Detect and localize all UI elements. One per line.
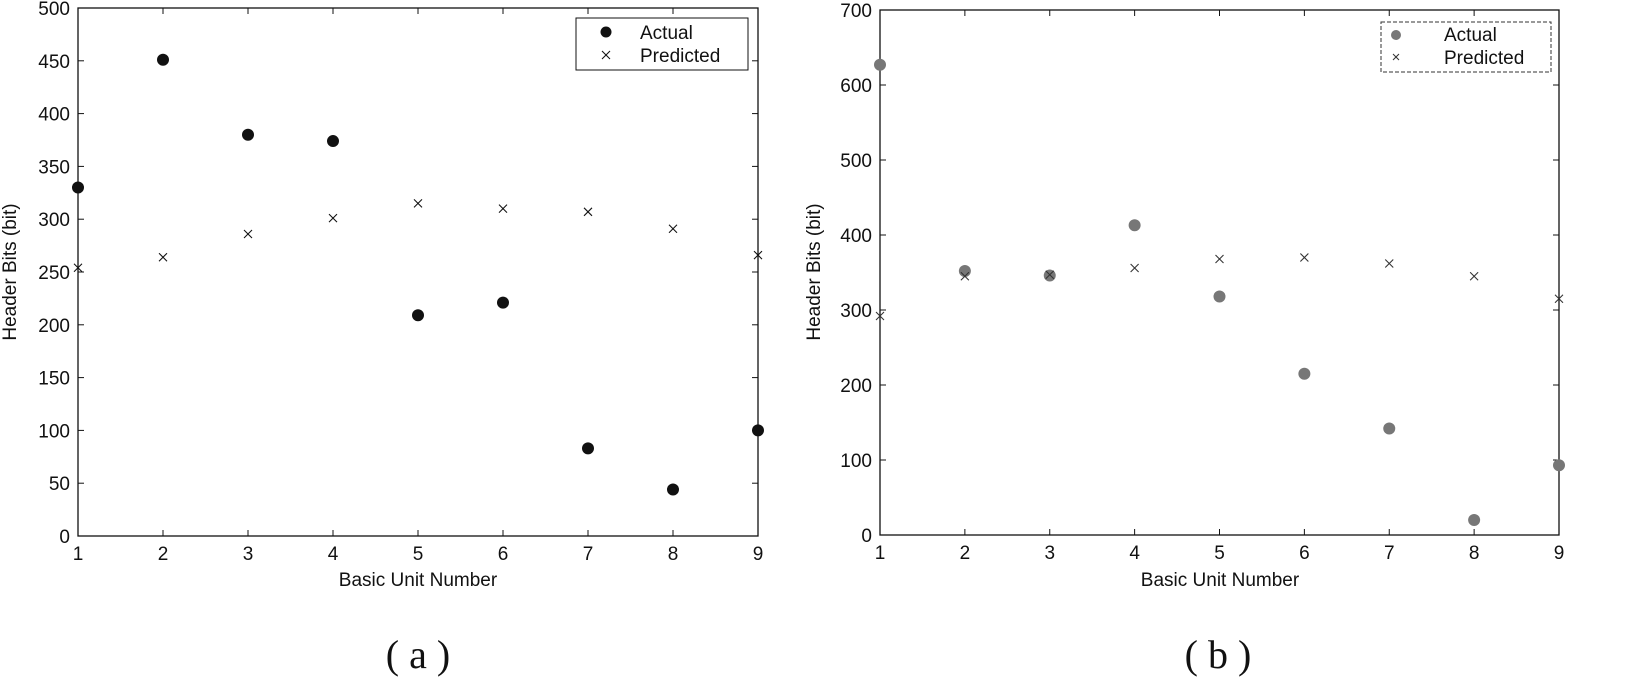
y-tick-label: 50	[49, 474, 70, 495]
predicted-point	[413, 198, 423, 208]
x-tick-label: 6	[1299, 543, 1310, 564]
y-tick-label: 0	[59, 527, 70, 548]
x-tick-label: 3	[1044, 543, 1055, 564]
actual-point	[582, 442, 594, 455]
x-tick-label: 4	[328, 544, 339, 565]
legend-predicted-label: Predicted	[640, 46, 720, 67]
x-tick-label: 3	[243, 544, 254, 565]
predicted-point	[1130, 263, 1140, 273]
x-tick-label: 2	[960, 543, 971, 564]
predicted-point	[668, 224, 678, 234]
actual-point	[72, 181, 84, 194]
actual-point	[1128, 219, 1141, 232]
y-axis-label: Header Bits (bit)	[0, 203, 21, 340]
y-tick-label: 500	[38, 0, 70, 20]
y-tick-label: 250	[38, 263, 70, 284]
actual-point	[412, 309, 424, 322]
data-marks	[874, 58, 1565, 526]
y-tick-label: 200	[38, 316, 70, 337]
plot-area-frame	[77, 7, 759, 537]
x-tick-label: 9	[753, 544, 764, 565]
x-tick-label: 8	[1469, 543, 1480, 564]
legend-actual-marker	[600, 26, 612, 38]
actual-point	[157, 53, 169, 66]
legend-actual-marker	[1391, 30, 1401, 40]
predicted-point	[243, 229, 253, 239]
y-axis-label: Header Bits (bit)	[804, 203, 825, 340]
predicted-point	[1469, 271, 1479, 281]
actual-point	[1468, 514, 1481, 526]
actual-point	[874, 58, 886, 71]
predicted-point	[328, 213, 338, 223]
actual-point	[752, 424, 764, 437]
actual-point	[1298, 367, 1311, 380]
legend-actual-label: Actual	[640, 23, 693, 44]
y-tick-label: 0	[861, 526, 872, 547]
x-tick-label: 7	[1384, 543, 1395, 564]
actual-point	[497, 296, 509, 309]
x-tick-label: 5	[1214, 543, 1225, 564]
y-axis-ticks: 0 100 200 300 400 500 600 700	[840, 1, 1559, 547]
x-axis-label: Basic Unit Number	[1141, 570, 1300, 591]
actual-point	[667, 483, 679, 496]
panel-caption-b: ( b )	[1185, 632, 1252, 677]
legend: Actual Predicted	[1380, 21, 1552, 73]
actual-point	[1553, 459, 1565, 472]
predicted-point	[1215, 254, 1224, 264]
actual-point	[958, 265, 971, 277]
y-tick-label: 100	[840, 451, 872, 472]
x-tick-label: 1	[875, 543, 886, 564]
y-tick-label: 450	[38, 52, 70, 73]
x-tick-label: 2	[158, 544, 169, 565]
panel-caption-a: ( a )	[386, 632, 450, 677]
x-axis-label: Basic Unit Number	[339, 570, 498, 591]
legend-actual-label: Actual	[1444, 25, 1497, 46]
actual-point	[327, 135, 339, 148]
predicted-point	[498, 204, 508, 214]
x-tick-label: 6	[498, 544, 509, 565]
legend-predicted-label: Predicted	[1444, 48, 1524, 69]
x-axis-ticks: 1 2 3 4 5 6 7 8 9	[875, 10, 1565, 564]
chart-panel-a: 0 50 100 150 200 250 300 350 400 450 500 1 2 3 4 5 6 7 8 9…	[0, 0, 764, 677]
predicted-point	[1384, 259, 1394, 268]
y-tick-label: 350	[38, 157, 70, 178]
x-tick-label: 9	[1554, 543, 1565, 564]
actual-point	[1383, 422, 1396, 435]
actual-point	[1213, 290, 1226, 303]
figure: 050100150200250300350400450500 123456789…	[0, 0, 1565, 677]
x-tick-label: 7	[583, 544, 594, 565]
chart-panel-b: 0 100 200 300 400 500 600 700 1 2 3 4 5 6 7 8 9 Basic U…	[804, 1, 1565, 677]
y-tick-label: 400	[38, 105, 70, 126]
y-tick-label: 150	[38, 369, 70, 390]
y-tick-label: 300	[840, 301, 872, 322]
x-tick-label: 4	[1129, 543, 1140, 564]
plot-area-frame	[879, 9, 1560, 536]
y-tick-label: 100	[38, 421, 70, 442]
actual-point	[242, 128, 254, 141]
x-tick-label: 5	[413, 544, 424, 565]
x-tick-label: 1	[73, 544, 84, 565]
y-tick-label: 200	[840, 376, 872, 397]
y-tick-label: 600	[840, 76, 872, 97]
y-tick-label: 500	[840, 151, 872, 172]
predicted-point	[583, 207, 593, 217]
y-tick-label: 400	[840, 226, 872, 247]
data-marks	[72, 53, 764, 496]
x-axis-ticks: 1 2 3 4 5 6 7 8 9	[73, 8, 764, 565]
y-tick-label: 700	[840, 1, 872, 22]
x-tick-label: 8	[668, 544, 679, 565]
y-tick-label: 300	[38, 210, 70, 231]
y-axis-ticks: 0 50 100 150 200 250 300 350 400 450 500	[38, 0, 758, 548]
legend: Actual Predicted	[575, 17, 749, 71]
predicted-point	[1299, 253, 1309, 262]
predicted-point	[158, 252, 168, 262]
